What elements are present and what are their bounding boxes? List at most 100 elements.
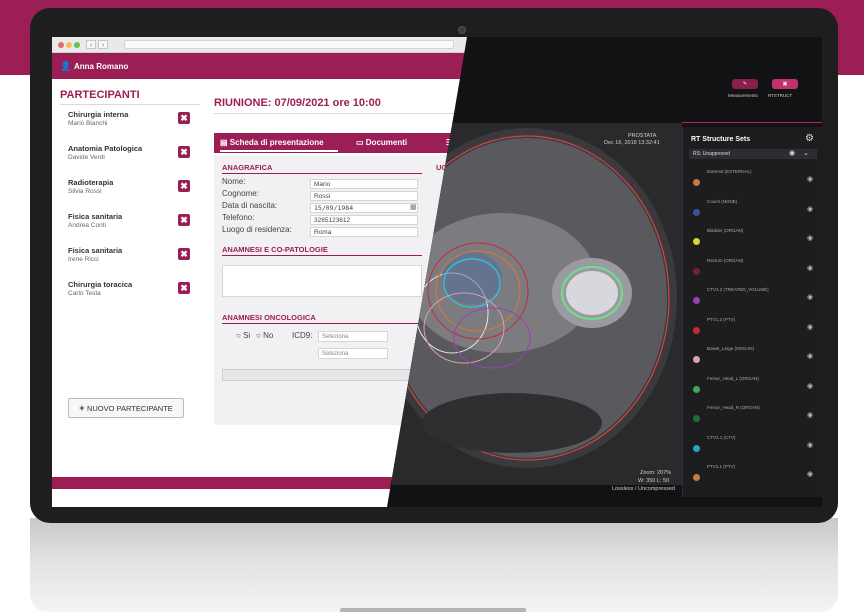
panel-accent-line: [682, 122, 822, 123]
structure-color-swatch: [693, 326, 700, 334]
phone-input[interactable]: 3285123612: [310, 215, 418, 225]
rt-structure-item[interactable]: Bowel_Large (ORGAN) ◉: [683, 342, 822, 370]
birthdate-input[interactable]: 15/09/1984: [310, 203, 418, 213]
structure-label: PTV1.2 (PTV): [707, 316, 736, 322]
tab-bar: ▤ Scheda di presentazione ▭ Documenti ☰: [214, 133, 474, 153]
eye-icon[interactable]: ◉: [807, 205, 813, 213]
gear-icon[interactable]: ⚙: [805, 133, 814, 144]
compression-readout: Lossless / Uncompressed: [612, 486, 675, 492]
residence-input[interactable]: Roma: [310, 227, 418, 237]
radio-no-label: No: [263, 331, 274, 340]
user-icon: 👤: [60, 61, 72, 71]
section-rule: [222, 255, 422, 256]
rt-structure-item[interactable]: PTV1.2 (PTV) ◉: [683, 313, 822, 341]
chevron-down-icon[interactable]: ⌄: [803, 149, 809, 159]
eye-icon[interactable]: ◉: [807, 323, 813, 331]
eye-icon[interactable]: ◉: [807, 441, 813, 449]
rt-structure-item[interactable]: Couch (NONE) ◉: [683, 195, 822, 223]
active-tab-indicator: [220, 150, 338, 152]
remove-participant-button[interactable]: ✖: [178, 146, 190, 158]
field-label: Data di nascita:: [222, 201, 278, 210]
structure-label: Bladder (ORGAN): [707, 228, 744, 233]
plus-icon: +: [79, 403, 87, 413]
rt-structure-item[interactable]: CTV1.1 (CTV) ◉: [683, 431, 822, 459]
rt-structure-item[interactable]: PTV1.1 (PTV) ◉: [683, 460, 822, 488]
rtstruct-button[interactable]: ▣: [772, 79, 798, 89]
structure-color-swatch: [693, 179, 700, 186]
eye-icon[interactable]: ◉: [789, 149, 795, 159]
structure-label: CTV1.2 (TREATED_VOLUME): [707, 287, 769, 292]
form-footer-field[interactable]: [222, 369, 422, 381]
participant-item: Fisica sanitaria Irene Ricci ✖: [60, 246, 200, 275]
rt-structure-item[interactable]: Femur_Head_R (ORGAN) ◉: [683, 401, 822, 429]
eye-icon[interactable]: ◉: [807, 293, 813, 301]
window-level-readout: W: 350 L: 50: [638, 478, 670, 484]
eye-icon[interactable]: ◉: [807, 382, 813, 390]
icd9-select-1[interactable]: Seleziona: [318, 331, 388, 342]
anamnesi-textarea[interactable]: [222, 265, 422, 297]
rt-structure-item[interactable]: CTV1.2 (TREATED_VOLUME) ◉: [683, 283, 822, 311]
section-anamnesi-title: ANAMNESI E CO-PATOLOGIE: [222, 245, 328, 254]
participant-item: Radioterapia Silvia Rossi ✖: [60, 178, 200, 207]
field-label: Nome:: [222, 177, 246, 186]
eye-icon[interactable]: ◉: [807, 352, 813, 360]
eye-icon[interactable]: ◉: [807, 234, 813, 242]
folder-icon: ▭: [356, 138, 366, 147]
forward-arrow-icon[interactable]: ›: [98, 40, 108, 49]
section-rule: [222, 173, 422, 174]
structure-label: External (EXTERNAL): [707, 169, 752, 174]
rt-structure-item[interactable]: Bladder (ORGAN) ◉: [683, 224, 822, 252]
structure-color-swatch: [693, 297, 700, 304]
section-rule: [222, 323, 422, 324]
rt-structure-panel: RT Structure Sets ⚙ RS: Unapproved ◉ ⌄ Ext…: [682, 127, 822, 497]
rt-structure-item[interactable]: Rectum (ORGAN) ◉: [683, 254, 822, 282]
eye-icon[interactable]: ◉: [807, 411, 813, 419]
rt-structure-item[interactable]: External (EXTERNAL) ◉: [683, 165, 822, 193]
structure-color-swatch: [693, 444, 700, 452]
remove-participant-button[interactable]: ✖: [178, 112, 190, 124]
back-arrow-icon[interactable]: ‹: [86, 40, 96, 49]
monitor-stand: [340, 608, 526, 612]
field-label: Telefono:: [222, 213, 255, 222]
address-bar[interactable]: [124, 40, 454, 49]
eye-icon[interactable]: ◉: [807, 264, 813, 272]
participant-item: Fisica sanitaria Andrea Conti ✖: [60, 212, 200, 241]
icd9-label: ICD9:: [292, 331, 313, 340]
tab-documents[interactable]: ▭ Documenti: [356, 133, 407, 153]
eye-icon[interactable]: ◉: [807, 470, 813, 478]
radio-no[interactable]: ○ No: [256, 331, 273, 340]
remove-participant-button[interactable]: ✖: [178, 282, 190, 294]
remove-participant-button[interactable]: ✖: [178, 180, 190, 192]
remove-participant-button[interactable]: ✖: [178, 248, 190, 260]
tab-documents-label: Documenti: [365, 138, 408, 147]
radio-si[interactable]: ○ Si: [236, 331, 250, 340]
remove-participant-button[interactable]: ✖: [178, 214, 190, 226]
structure-color-swatch: [693, 267, 700, 275]
structure-label: Femur_Head_L (ORGAN): [707, 375, 759, 381]
cognome-input[interactable]: Rossi: [310, 191, 418, 201]
nome-input[interactable]: Mario: [310, 179, 418, 189]
structure-color-swatch: [693, 238, 700, 245]
structure-color-swatch: [693, 356, 700, 363]
participant-item: Chirurgia toracica Carlo Testa ✖: [60, 280, 200, 309]
add-participant-button[interactable]: + NUOVO PARTECIPANTE: [68, 398, 184, 418]
zoom-readout: Zoom: 207%: [640, 470, 672, 476]
screen: ‹ › ⇧ ⧉ + 👤 Anna Romano PARTECIPANTI Chi…: [52, 37, 822, 507]
measurements-button[interactable]: ✎: [732, 79, 758, 89]
close-window-button[interactable]: [58, 42, 64, 48]
minimize-window-button[interactable]: [66, 42, 72, 48]
structure-color-swatch: [693, 208, 700, 216]
rt-set-selector[interactable]: RS: Unapproved ◉ ⌄: [689, 149, 817, 159]
structure-label: Rectum (ORGAN): [707, 257, 744, 263]
rt-structure-item[interactable]: Femur_Head_L (ORGAN) ◉: [683, 372, 822, 400]
structure-color-swatch: [693, 474, 700, 481]
radio-si-label: Si: [243, 331, 251, 340]
icd9-select-2[interactable]: Seleziona: [318, 348, 388, 359]
meeting-title: RIUNIONE: 07/09/2021 ore 10:00: [214, 97, 381, 109]
study-date: Dec 16, 2018 13:32:41: [604, 140, 660, 146]
calendar-icon[interactable]: ▦: [410, 203, 417, 211]
structure-label: Couch (NONE): [707, 198, 738, 204]
rt-set-selected: RS: Unapproved: [693, 151, 730, 157]
maximize-window-button[interactable]: [74, 42, 80, 48]
eye-icon[interactable]: ◉: [807, 175, 813, 183]
